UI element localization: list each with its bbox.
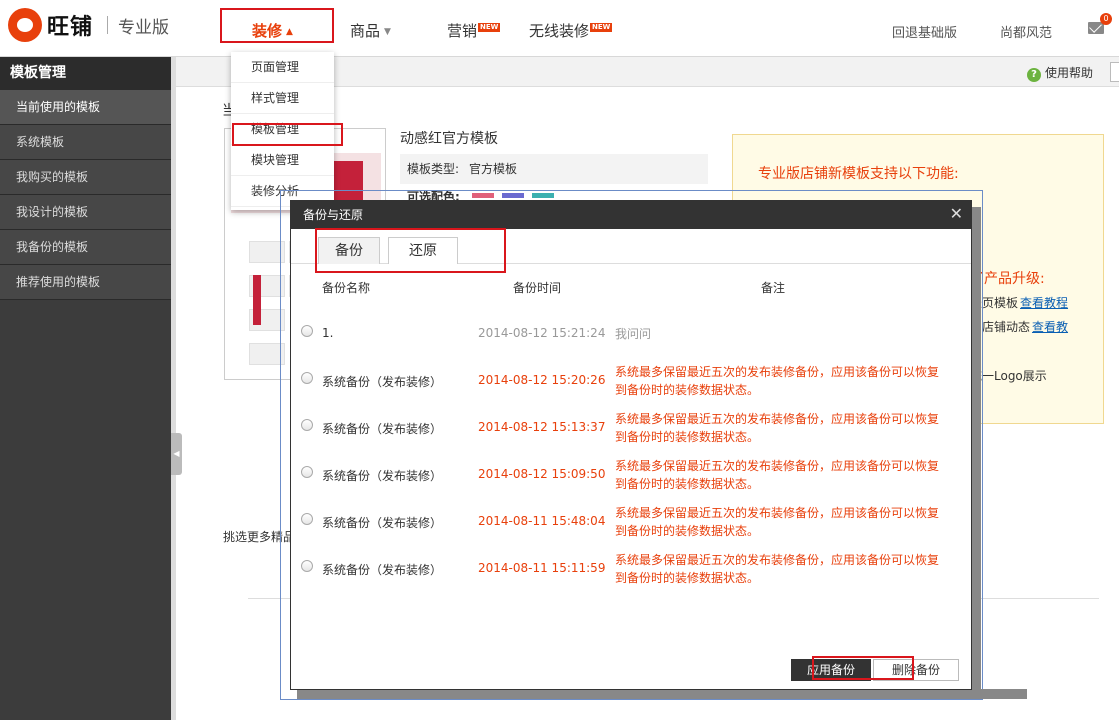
template-type-row: 模板类型: 官方模板 — [400, 154, 708, 184]
upgrade-title: 专业版店铺新模板支持以下功能: — [758, 166, 959, 182]
backup-note: 系统最多保留最近五次的发布装修备份，应用该备份可以恢复到备份时的装修数据状态。 — [615, 459, 940, 491]
divider — [969, 598, 1099, 599]
row-radio[interactable] — [301, 560, 313, 572]
shop-name-link[interactable]: 尚都风范 — [1000, 22, 1052, 41]
row-radio[interactable] — [301, 372, 313, 384]
backup-name: 系统备份（发布装修） — [322, 422, 443, 436]
backup-time: 2014-08-11 15:48:04 — [478, 514, 606, 528]
menu-item-style-management[interactable]: 样式管理 — [231, 83, 334, 114]
nav-item-goods[interactable]: 商品 ▼ — [350, 20, 391, 41]
backup-name: 系统备份（发布装修） — [322, 469, 443, 483]
help-link[interactable]: ? 使用帮助 — [1027, 64, 1093, 82]
revert-basic-link[interactable]: 回退基础版 — [892, 22, 957, 41]
template-type-value: 官方模板 — [469, 162, 518, 176]
backup-name: 系统备份（发布装修） — [322, 563, 443, 577]
tutorial-link[interactable]: 查看教程 — [1020, 296, 1068, 310]
upgrade-line: 为店铺动态 查看教 — [970, 318, 1068, 335]
mail-count-badge: 0 — [1100, 13, 1112, 25]
dialog-header: 备份与还原 ✕ — [291, 201, 971, 229]
backup-time: 2014-08-12 15:09:50 — [478, 467, 606, 481]
new-badge: NEW — [590, 23, 613, 32]
brand-divider — [107, 16, 109, 34]
help-label: 使用帮助 — [1045, 66, 1094, 80]
backup-note: 系统最多保留最近五次的发布装修备份，应用该备份可以恢复到备份时的装修数据状态。 — [615, 365, 940, 397]
backup-note: 系统最多保留最近五次的发布装修备份，应用该备份可以恢复到备份时的装修数据状态。 — [615, 553, 940, 585]
upgrade-line: 表页模板 查看教程 — [970, 294, 1068, 311]
backup-note: 系统最多保留最近五次的发布装修备份，应用该备份可以恢复到备份时的装修数据状态。 — [615, 506, 940, 538]
nav-item-marketing[interactable]: 营销 NEW — [447, 20, 501, 41]
house-icon — [8, 8, 42, 42]
toolbar-box[interactable] — [1110, 62, 1119, 82]
modal-shadow — [297, 689, 1027, 699]
tutorial-link[interactable]: 查看教 — [1032, 320, 1068, 334]
template-name: 动感红官方模板 — [400, 131, 498, 147]
backup-name: 系统备份（发布装修） — [322, 516, 443, 530]
nav-item-mobile-decorate[interactable]: 无线装修 NEW — [529, 20, 613, 41]
thumbnail-accent — [253, 275, 261, 325]
backup-note: 我问问 — [615, 327, 652, 341]
backup-name: 系统备份（发布装修） — [322, 375, 443, 389]
chevron-down-icon: ▼ — [384, 27, 391, 37]
new-badge: NEW — [478, 23, 501, 32]
highlight-box-template-management — [232, 123, 343, 146]
edition-label: 专业版 — [118, 17, 170, 38]
row-radio[interactable] — [301, 419, 313, 431]
nav-label: 无线装修 — [529, 22, 590, 40]
column-header-time: 备份时间 — [513, 281, 562, 295]
brand-name: 旺铺 — [47, 15, 94, 40]
dialog-title: 备份与还原 — [303, 208, 364, 222]
sidebar-item-my-designed-templates[interactable]: 我设计的模板 — [0, 195, 171, 230]
modal-shadow — [971, 207, 981, 697]
backup-time: 2014-08-12 15:20:26 — [478, 373, 606, 387]
row-radio[interactable] — [301, 466, 313, 478]
highlight-box-nav — [220, 8, 334, 43]
backup-time: 2014-08-11 15:11:59 — [478, 561, 606, 575]
sidebar-item-purchased-templates[interactable]: 我购买的模板 — [0, 160, 171, 195]
sidebar-collapse-handle[interactable]: ◀ — [171, 433, 182, 475]
row-radio[interactable] — [301, 513, 313, 525]
backup-name: 1. — [322, 326, 334, 340]
nav-label: 营销 — [447, 22, 478, 40]
backup-restore-dialog: 备份与还原 ✕ 备份 还原 备份名称 备份时间 备注 1. 2014-08-12… — [291, 201, 971, 689]
highlight-box-apply — [812, 656, 914, 680]
backup-time: 2014-08-12 15:13:37 — [478, 420, 606, 434]
help-icon: ? — [1027, 68, 1041, 82]
menu-item-module-management[interactable]: 模块管理 — [231, 145, 334, 176]
menu-item-page-management[interactable]: 页面管理 — [231, 52, 334, 83]
sidebar-item-my-backup-templates[interactable]: 我备份的模板 — [0, 230, 171, 265]
sidebar-gutter — [171, 57, 176, 720]
sidebar-title: 模板管理 — [0, 57, 171, 90]
column-header-name: 备份名称 — [322, 281, 371, 295]
close-icon[interactable]: ✕ — [950, 204, 963, 224]
sidebar-item-current-template[interactable]: 当前使用的模板 — [0, 90, 171, 125]
template-type-label: 模板类型: — [407, 162, 460, 176]
column-header-note: 备注 — [761, 281, 786, 295]
sidebar-item-recommended-templates[interactable]: 推荐使用的模板 — [0, 265, 171, 300]
backup-note: 系统最多保留最近五次的发布装修备份，应用该备份可以恢复到备份时的装修数据状态。 — [615, 412, 940, 444]
top-header: 旺铺 专业版 装修 ▲ 商品 ▼ 营销 NEW 无线装修 NEW 回退基础版 尚都风范 … — [0, 0, 1119, 57]
row-radio[interactable] — [301, 325, 313, 337]
brand-logo[interactable]: 旺铺 专业版 — [8, 8, 169, 42]
highlight-box-tabs — [315, 228, 506, 273]
sidebar: 模板管理 当前使用的模板 系统模板 我购买的模板 我设计的模板 我备份的模板 推… — [0, 57, 171, 720]
backup-time: 2014-08-12 15:21:24 — [478, 326, 606, 340]
sidebar-item-system-templates[interactable]: 系统模板 — [0, 125, 171, 160]
nav-label: 商品 — [350, 22, 381, 40]
